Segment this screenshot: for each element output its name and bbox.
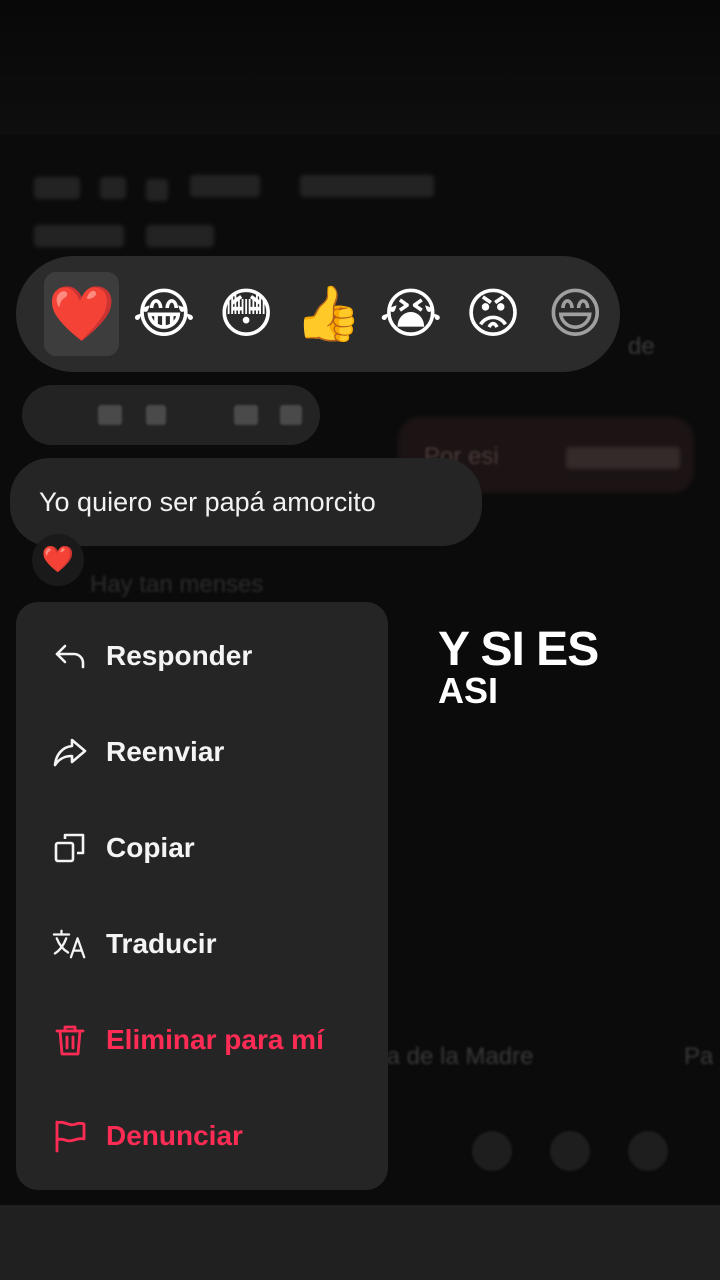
selected-message-bubble[interactable]: Yo quiero ser papá amorcito bbox=[10, 458, 482, 546]
blurred-header-text bbox=[146, 179, 168, 201]
menu-item-copy[interactable]: Copiar bbox=[16, 808, 388, 888]
blurred-message-text bbox=[566, 447, 680, 469]
reply-icon bbox=[52, 638, 88, 674]
menu-item-translate[interactable]: Traducir bbox=[16, 904, 388, 984]
overlay-caption: ASI bbox=[438, 670, 499, 711]
copy-icon bbox=[52, 830, 88, 866]
menu-item-label: Reenviar bbox=[106, 736, 225, 767]
letterbox-top bbox=[0, 0, 720, 135]
menu-item-report[interactable]: Denunciar bbox=[16, 1096, 388, 1176]
menu-item-label: Denunciar bbox=[106, 1120, 243, 1151]
trash-icon bbox=[52, 1022, 88, 1058]
blurred-header-text bbox=[190, 175, 260, 197]
blurred-text bbox=[280, 405, 302, 425]
ghost-suggestion: Pa bbox=[684, 1043, 714, 1070]
reaction-more[interactable]: 😄 bbox=[538, 272, 613, 356]
translate-icon bbox=[52, 926, 88, 962]
ghost-image-icon bbox=[472, 1131, 512, 1171]
menu-item-delete-for-me[interactable]: Eliminar para mí bbox=[16, 1000, 388, 1080]
blurred-text bbox=[234, 405, 258, 425]
message-context-menu: Responder Reenviar Copiar Traducir Elimi… bbox=[16, 602, 388, 1190]
reaction-heart[interactable]: ❤️ bbox=[44, 272, 120, 356]
reaction-thumbs-up[interactable]: 👍 bbox=[291, 272, 366, 356]
reaction-crying[interactable]: 😭 bbox=[373, 272, 448, 356]
blurred-header-text bbox=[34, 177, 80, 199]
reaction-angry[interactable]: 😡 bbox=[455, 272, 530, 356]
blurred-header-text bbox=[300, 175, 434, 197]
ghost-text: de bbox=[628, 333, 655, 360]
blurred-header-text bbox=[34, 225, 124, 247]
menu-item-reply[interactable]: Responder bbox=[16, 616, 388, 696]
letterbox-bottom bbox=[0, 1205, 720, 1280]
menu-item-label: Traducir bbox=[106, 928, 217, 959]
ghost-sticker-icon bbox=[550, 1131, 590, 1171]
blurred-header-text bbox=[146, 225, 214, 247]
ghost-suggestion: ía de la Madre bbox=[380, 1043, 534, 1070]
overlay-caption: Y SI ES bbox=[438, 623, 599, 676]
menu-item-label: Copiar bbox=[106, 832, 195, 863]
forward-icon bbox=[52, 734, 88, 770]
ghost-text: Hay tan menses bbox=[90, 571, 264, 598]
reaction-laughing-tears[interactable]: 😂 bbox=[126, 272, 201, 356]
menu-item-label: Responder bbox=[106, 640, 253, 671]
ghost-mic-icon bbox=[628, 1131, 668, 1171]
message-text: Yo quiero ser papá amorcito bbox=[39, 486, 376, 517]
blurred-text bbox=[146, 405, 166, 425]
blurred-text bbox=[98, 405, 122, 425]
reaction-picker: ❤️ 😂 😳 👍 😭 😡 😄 bbox=[16, 256, 620, 372]
blurred-header-text bbox=[100, 177, 126, 199]
reaction-flushed[interactable]: 😳 bbox=[209, 272, 284, 356]
menu-item-forward[interactable]: Reenviar bbox=[16, 712, 388, 792]
message-reaction-heart[interactable]: ❤️ bbox=[32, 534, 84, 586]
menu-item-label: Eliminar para mí bbox=[106, 1024, 324, 1055]
flag-icon bbox=[52, 1118, 88, 1154]
previous-message-bubble bbox=[22, 385, 320, 445]
